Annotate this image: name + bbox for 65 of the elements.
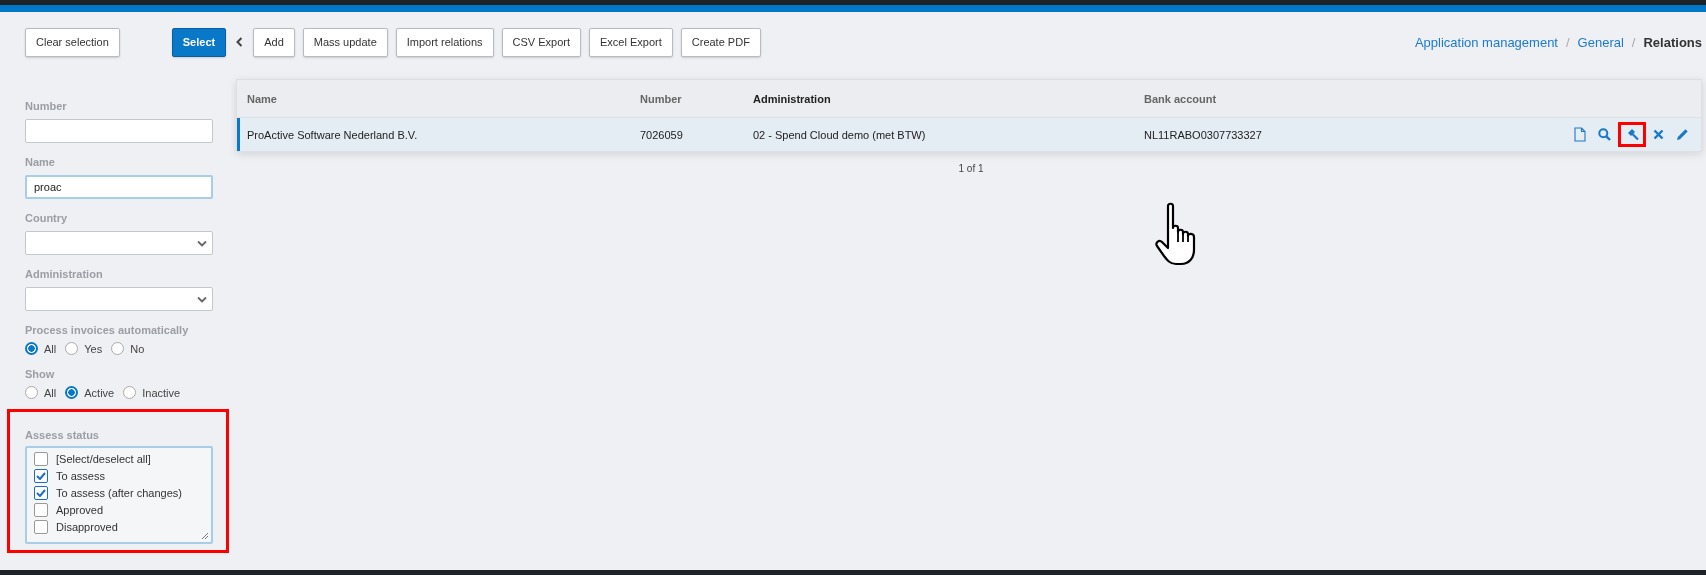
column-header[interactable]: Bank account [1144, 92, 1444, 105]
caret-down-icon [197, 239, 207, 247]
filter-label: Administration [25, 268, 104, 280]
radio-label: Inactive [142, 386, 181, 399]
breadcrumb-link[interactable]: Application management [1414, 34, 1558, 50]
radio-label: No [130, 342, 145, 355]
text-field[interactable] [25, 119, 213, 143]
checkbox[interactable] [34, 486, 48, 500]
checkbox[interactable] [34, 469, 48, 483]
dropdown-field[interactable] [25, 231, 213, 255]
table-cell-text: 7026059 [640, 128, 684, 141]
filter-label: Process invoices automatically [25, 324, 190, 336]
toolbar-button[interactable]: Select [171, 27, 227, 57]
radio-button[interactable] [65, 342, 79, 355]
toolbar-button[interactable]: Add [253, 27, 295, 57]
checkbox-label: To assess (after changes) [56, 487, 182, 499]
breadcrumb-link[interactable]: General [1577, 34, 1624, 50]
checkbox-label: To assess [56, 470, 105, 482]
breadcrumb-separator: / [1566, 34, 1570, 50]
search-icon[interactable] [1596, 126, 1613, 143]
checkbox[interactable] [34, 503, 48, 517]
filter-label: Name [25, 156, 56, 168]
checkbox-label: Disapproved [56, 521, 118, 533]
column-header[interactable]: Name [237, 92, 640, 105]
toolbar-button[interactable]: Mass update [302, 27, 388, 57]
table-cell-text: NL11RABO0307733327 [1144, 128, 1263, 141]
hammer-icon[interactable] [1621, 125, 1643, 144]
table-cell-text: ProActive Software Nederland B.V. [246, 128, 419, 141]
radio-button[interactable] [25, 386, 38, 399]
toolbar-button[interactable]: Excel Export [589, 27, 673, 57]
radio-label: Yes [84, 342, 103, 355]
filter-label: Country [25, 212, 69, 224]
radio-label: Active [84, 386, 115, 399]
toolbar-button[interactable]: Clear selection [25, 27, 120, 57]
toolbar-button[interactable]: Create PDF [680, 27, 761, 57]
filter-label: Assess status [25, 429, 100, 441]
toolbar-button[interactable]: CSV Export [501, 27, 582, 57]
breadcrumb-separator: / [1631, 34, 1636, 50]
radio-label: All [44, 386, 57, 399]
breadcrumb-current: Relations [1643, 34, 1702, 50]
chevron-left-icon[interactable] [236, 37, 244, 47]
toolbar-button[interactable]: Import relations [395, 27, 494, 57]
pencil-icon[interactable] [1674, 126, 1691, 143]
text-field[interactable]: proac [25, 175, 213, 199]
radio-button[interactable] [111, 342, 125, 355]
checkbox[interactable] [34, 520, 48, 534]
checkbox[interactable] [34, 452, 48, 466]
filter-label: Show [25, 368, 56, 380]
radio-label: All [44, 342, 57, 355]
pagination-text: 1 of 1 [957, 163, 985, 174]
column-header[interactable]: Number [640, 92, 753, 105]
dropdown-field[interactable] [25, 287, 213, 311]
filter-label: Number [25, 100, 68, 112]
radio-button[interactable] [123, 386, 137, 399]
table-cell-text: 02 - Spend Cloud demo (met BTW) [753, 128, 927, 141]
caret-down-icon [197, 295, 207, 303]
document-icon[interactable] [1572, 125, 1588, 144]
column-header[interactable]: Administration [753, 92, 1144, 105]
checkbox-label: Approved [56, 504, 104, 516]
close-icon[interactable] [1651, 127, 1666, 142]
checkbox-label: [Select/deselect all] [56, 453, 151, 465]
table-row[interactable]: ProActive Software Nederland B.V. 7026059 02 - Spend Cloud demo (met BTW) NL11RABO0307733327 [237, 118, 1701, 151]
resize-grip-icon[interactable] [201, 532, 209, 540]
radio-button[interactable] [65, 386, 79, 399]
radio-button[interactable] [25, 342, 38, 355]
